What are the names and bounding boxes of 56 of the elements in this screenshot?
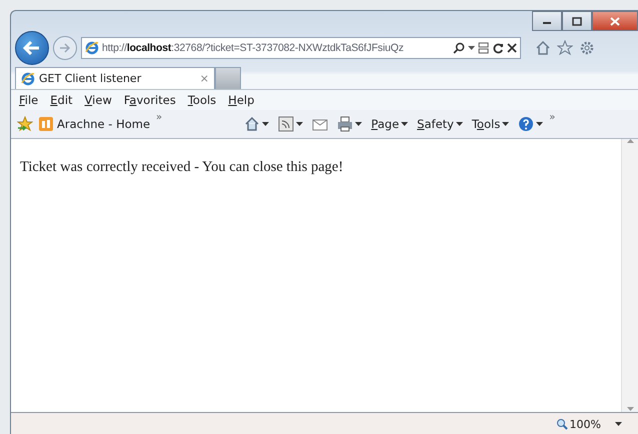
help-icon bbox=[518, 116, 534, 132]
menu-item[interactable]: View bbox=[84, 93, 112, 107]
dropdown-arrow-icon bbox=[456, 122, 463, 126]
overflow-chevron[interactable]: » bbox=[156, 112, 162, 123]
minimize-button[interactable] bbox=[532, 11, 562, 31]
help-command[interactable] bbox=[518, 116, 544, 132]
menu-item[interactable]: Favorites bbox=[124, 93, 176, 107]
dropdown-arrow-icon bbox=[355, 122, 362, 126]
favorite-link[interactable]: Arachne - Home bbox=[39, 117, 150, 131]
dropdown-arrow-icon[interactable] bbox=[615, 422, 622, 426]
menu-item[interactable]: Tools bbox=[188, 93, 216, 107]
stop-icon[interactable] bbox=[507, 43, 517, 53]
feed-icon bbox=[278, 116, 294, 132]
close-button[interactable] bbox=[592, 11, 638, 31]
star-icon[interactable] bbox=[557, 40, 573, 56]
compatibility-icon[interactable] bbox=[478, 42, 489, 54]
command-menu[interactable]: Page bbox=[371, 117, 408, 131]
forward-arrow-icon bbox=[59, 43, 71, 53]
page-message: Ticket was correctly received - You can close this page! bbox=[20, 159, 344, 176]
back-button[interactable] bbox=[15, 31, 49, 65]
maximize-button[interactable] bbox=[562, 11, 592, 31]
browser-logo-icon bbox=[21, 72, 35, 86]
favicon-icon bbox=[39, 117, 53, 131]
home-icon bbox=[244, 116, 260, 132]
url-text: http://localhost:32768/?ticket=ST-3737082-NXWztdkTaS6fJFsiuQz bbox=[102, 42, 404, 54]
tab-title: GET Client listener bbox=[39, 72, 142, 85]
browser-logo-icon bbox=[85, 41, 99, 55]
tab-close-button[interactable]: × bbox=[200, 72, 209, 85]
overflow-chevron[interactable]: » bbox=[549, 112, 556, 123]
browser-tab[interactable]: GET Client listener × bbox=[15, 67, 215, 89]
feeds-command[interactable] bbox=[278, 116, 304, 132]
dropdown-arrow-icon[interactable] bbox=[468, 46, 475, 50]
settings-icon[interactable] bbox=[579, 40, 595, 56]
maximize-icon bbox=[572, 16, 582, 26]
favorites-star-icon[interactable] bbox=[17, 116, 33, 132]
command-menu[interactable]: Tools bbox=[472, 117, 510, 131]
home-icon[interactable] bbox=[535, 40, 551, 56]
zoom-control[interactable]: 100% bbox=[556, 418, 601, 430]
menu-item[interactable]: File bbox=[19, 93, 38, 107]
home-command[interactable] bbox=[244, 116, 270, 132]
dropdown-arrow-icon bbox=[262, 122, 270, 126]
dropdown-arrow-icon bbox=[502, 122, 510, 126]
print-command[interactable] bbox=[337, 116, 362, 132]
dropdown-arrow-icon bbox=[536, 122, 544, 126]
search-icon[interactable] bbox=[453, 42, 465, 54]
back-arrow-icon bbox=[23, 41, 41, 55]
dropdown-arrow-icon bbox=[401, 122, 408, 126]
printer-icon bbox=[337, 116, 354, 132]
dropdown-arrow-icon bbox=[296, 122, 304, 126]
menu-item[interactable]: Edit bbox=[50, 93, 73, 107]
address-bar[interactable]: http://localhost:32768/?ticket=ST-3737082-NXWztdkTaS6fJFsiuQz bbox=[81, 37, 521, 59]
refresh-icon[interactable] bbox=[492, 42, 504, 54]
command-menu[interactable]: Safety bbox=[417, 117, 463, 131]
zoom-icon bbox=[556, 418, 568, 430]
close-icon bbox=[610, 16, 620, 26]
menu-item[interactable]: Help bbox=[228, 93, 254, 107]
